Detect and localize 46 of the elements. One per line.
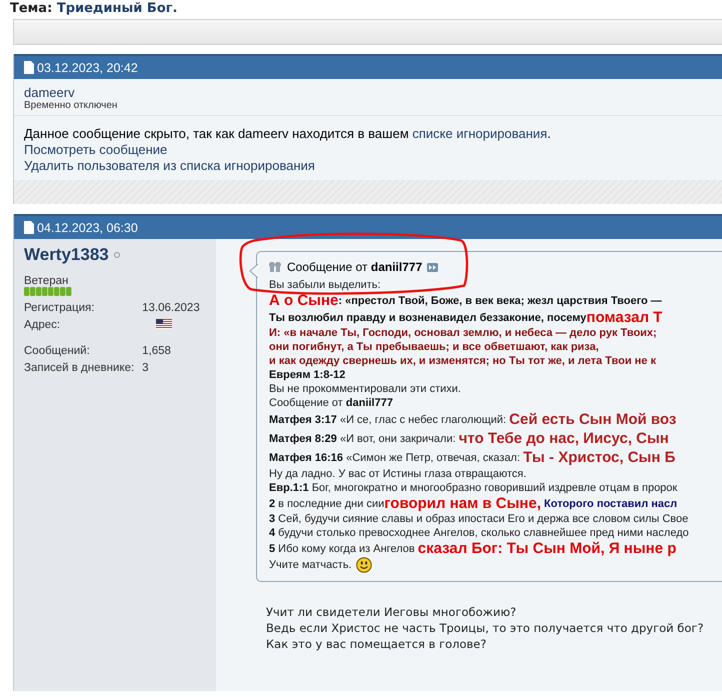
post-link[interactable]: Посмотреть сообщение [24,142,168,158]
quote-line: Учите матчасть. [269,557,722,573]
quote-line: Вы забыли выделить: [269,278,382,292]
thread-title: Тема: Триединый Бог. [9,0,178,18]
stat-value: 1,658 [142,345,172,357]
post-text: Учит ли свидетели Иеговы многобожию? Ведь если Христос не часть Троицы, то это получается что другой бог? Как это у вас помещается в голове? [266,604,705,652]
quote-line: они погибнут, а Ты пребываешь; и все обветшают, как риза, [269,340,600,354]
flag-icon [156,319,172,329]
username[interactable]: dameerv [24,85,712,100]
stat-label: Записей в дневнике: [24,362,134,374]
username[interactable]: Werty1383 [24,245,109,265]
ignore-list-link[interactable]: списке игнорирования [412,126,548,141]
quote-author: Сообщение от daniil777 [287,260,422,274]
stat-label: Сообщений: [24,345,91,357]
quote-line: Матфея 3:17 «И се, глас с небес глаголющий: Сей есть Сын Мой воз [269,410,678,429]
stat-label: Регистрация: [24,302,96,314]
ignore-notice: Данное сообщение скрыто, так как dameerv находится в вашем списке игнорирования. [24,126,551,142]
quote-line: Матфея 16:16 «Симон же Петр, отвечая, сказал: Ты - Христос, Сын Б [269,448,676,467]
quote-line: 4 будучи столько превосходнее Ангелов, сколько славнейшее пред ними наследо [269,526,690,540]
quote-line: Матфея 8:29 «И вот, они закричали: что Тебе до нас, Иисус, Сын [269,429,670,448]
view-post-icon[interactable] [427,262,438,272]
quote-line: И: «в начале Ты, Господи, основал землю, и небеса — дело рук Твоих; [269,326,658,340]
quote-line: 2 в последние дни сииговорил нам в Сыне, Которого поставил насл [269,495,678,512]
document-icon [24,61,34,74]
quote-icon [269,262,282,272]
quote-line: Ты возлюбил правду и возненавидел беззаконие, посемупомазал Т [269,309,664,326]
post-link[interactable]: Удалить пользователя из списка игнорирования [24,158,315,174]
stat-value: 3 [142,362,150,374]
quote-line: Сообщение от daniil777 [269,396,394,410]
quote-line: 5 Ибо кому когда из Ангелов сказал Бог: Ты Сын Мой, Я ныне р [269,540,678,557]
user-title: Временно отключен [24,100,118,111]
quote-line: Евреям 1:8-12 [269,368,346,382]
user-rank: Ветеран [24,275,70,287]
smiley-icon [356,557,372,573]
post-date: 04.12.2023, 06:30 [37,220,138,234]
quote-line: Вы не прокомментировали эти стихи. [269,382,462,396]
stat-label: Адрес: [24,319,62,331]
quote-line: Евр.1:1 Бог, многократно и многообразно говоривший издревле отцам в пророк [269,481,678,495]
quote-line: А о Сыне: «престол Твой, Боже, в век века; жезл царствия Твоего — [269,292,663,309]
reputation-icon [24,287,72,296]
quote-line: и как одежду свернешь их, и изменятся; но Ты тот же, и лета Твои не к [269,354,657,368]
document-icon [24,221,34,234]
quote-line: Ну да ладно. У вас от Истины глаза отвращаются. [269,467,528,481]
stat-value: 13.06.2023 [142,302,200,314]
quote-line: 3 Сей, будучи сияние славы и образ ипостаси Его и держа все словом силы Свое [269,512,690,526]
post-date: 03.12.2023, 20:42 [37,60,138,74]
